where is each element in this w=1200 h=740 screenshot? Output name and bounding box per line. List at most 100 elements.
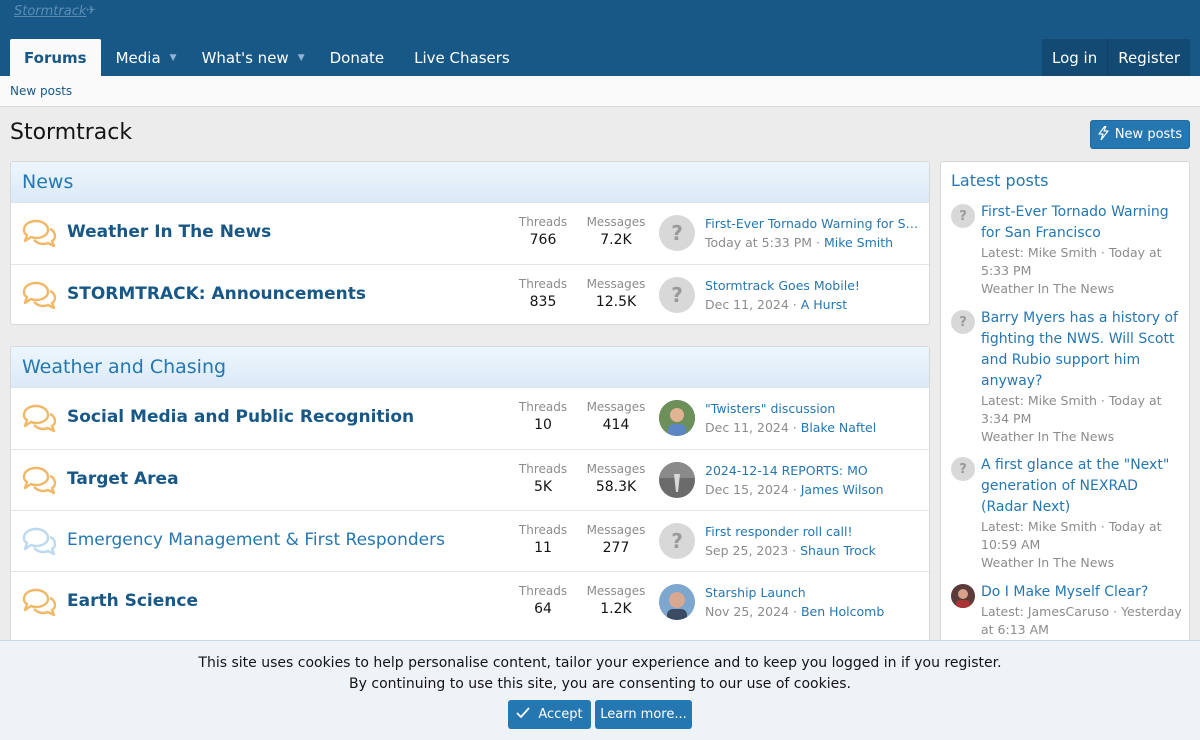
tab-forums[interactable]: Forums: [10, 39, 101, 76]
last-post-meta: Nov 25, 2024 · Ben Holcomb: [705, 604, 885, 619]
threads-stat: Threads 10: [515, 400, 571, 433]
last-post-title[interactable]: 2024-12-14 REPORTS: MO: [705, 463, 921, 478]
latest-post-forum[interactable]: Weather In The News: [981, 280, 1183, 298]
forum-title[interactable]: Emergency Management & First Responders: [67, 530, 445, 550]
forum-node: Weather In The News Threads 766 Messages 7…: [11, 203, 929, 264]
page-title: Stormtrack: [10, 120, 133, 145]
forum-title[interactable]: Social Media and Public Recognition: [67, 407, 414, 427]
tab-whats-new[interactable]: What's new: [187, 39, 304, 76]
tab-media[interactable]: Media: [101, 39, 176, 76]
last-post-date[interactable]: Today at 5:33 PM: [705, 235, 812, 250]
category-news: News Weather In The News Threads 766 Mess…: [10, 161, 930, 325]
messages-label: Messages: [586, 400, 646, 414]
whats-new-chevron-down-icon[interactable]: ▼: [298, 39, 315, 76]
sidebar-title[interactable]: Latest posts: [951, 171, 1048, 190]
messages-count: 12.5K: [595, 294, 637, 310]
last-post-title[interactable]: First-Ever Tornado Warning for San …: [705, 216, 921, 231]
default-avatar-icon[interactable]: ?: [659, 277, 695, 313]
last-post-date[interactable]: Dec 11, 2024: [705, 420, 789, 435]
login-button[interactable]: Log in: [1042, 39, 1107, 76]
accept-cookies-button[interactable]: Accept: [508, 700, 591, 729]
default-avatar-icon[interactable]: ?: [659, 215, 695, 251]
latest-post-title[interactable]: Do I Make Myself Clear?: [981, 582, 1183, 603]
forum-unread-icon: [22, 588, 57, 617]
forum-unread-icon: [22, 219, 57, 248]
messages-stat: Messages 7.2K: [585, 215, 647, 248]
threads-label: Threads: [518, 523, 568, 537]
threads-count: 766: [529, 232, 557, 248]
accept-label: Accept: [538, 707, 583, 722]
forum-node: Emergency Management & First Responders …: [11, 510, 929, 571]
default-avatar-icon[interactable]: ?: [951, 457, 975, 481]
latest-post-forum[interactable]: Weather In The News: [981, 428, 1183, 446]
last-post-user[interactable]: James Wilson: [801, 482, 884, 497]
cookie-buttons: Accept Learn more...: [508, 700, 692, 729]
last-post-date[interactable]: Dec 11, 2024: [705, 297, 789, 312]
last-post-date[interactable]: Dec 15, 2024: [705, 482, 789, 497]
forum-title[interactable]: Weather In The News: [67, 222, 271, 242]
threads-count: 11: [534, 540, 552, 556]
default-avatar-icon[interactable]: ?: [951, 204, 975, 228]
forum-title[interactable]: STORMTRACK: Announcements: [67, 284, 366, 304]
threads-label: Threads: [518, 277, 568, 291]
forum-title[interactable]: Earth Science: [67, 591, 198, 611]
tab-donate[interactable]: Donate: [315, 39, 400, 76]
last-post-user[interactable]: Mike Smith: [824, 235, 893, 250]
messages-stat: Messages 12.5K: [585, 277, 647, 310]
site-logo[interactable]: Stormtrack: [14, 4, 86, 19]
lightning-icon: [1098, 124, 1109, 144]
last-post-title[interactable]: Starship Launch: [705, 585, 921, 600]
user-avatar[interactable]: [659, 462, 695, 498]
last-post-title[interactable]: First responder roll call!: [705, 524, 921, 539]
threads-stat: Threads 835: [515, 277, 571, 310]
user-avatar[interactable]: [951, 584, 975, 608]
latest-post-meta: Latest: Mike Smith · Today at 3:34 PM: [981, 393, 1162, 426]
last-post-date[interactable]: Sep 25, 2023: [705, 543, 788, 558]
latest-post-title[interactable]: A first glance at the "Next" generation …: [981, 455, 1183, 518]
last-post-user[interactable]: Ben Holcomb: [801, 604, 884, 619]
last-post-user[interactable]: Shaun Trock: [800, 543, 876, 558]
default-avatar-icon[interactable]: ?: [659, 523, 695, 559]
forum-unread-icon: [22, 404, 57, 433]
latest-post-meta: Latest: Mike Smith · Today at 5:33 PM: [981, 245, 1162, 278]
user-avatar[interactable]: [659, 584, 695, 620]
new-posts-button-label: New posts: [1114, 127, 1183, 142]
last-post-user[interactable]: Blake Naftel: [801, 420, 876, 435]
main-nav: Forums Media ▼ What's new ▼ Donate Live …: [10, 39, 525, 76]
new-posts-button[interactable]: New posts: [1090, 120, 1190, 149]
latest-post-title[interactable]: First-Ever Tornado Warning for San Franc…: [981, 202, 1183, 244]
messages-count: 277: [602, 540, 630, 556]
default-avatar-icon[interactable]: ?: [951, 310, 975, 334]
forum-title[interactable]: Target Area: [67, 469, 179, 489]
threads-count: 5K: [533, 479, 553, 495]
last-post-user[interactable]: A Hurst: [801, 297, 847, 312]
messages-stat: Messages 1.2K: [585, 584, 647, 617]
last-post-meta: Dec 11, 2024 · Blake Naftel: [705, 420, 877, 435]
last-post-title[interactable]: "Twisters" discussion: [705, 401, 921, 416]
forum-unread-icon: [22, 466, 57, 495]
user-avatar[interactable]: [659, 400, 695, 436]
threads-stat: Threads 766: [515, 215, 571, 248]
latest-posts-widget: Latest posts ? First-Ever Tornado Warnin…: [940, 161, 1190, 661]
threads-label: Threads: [518, 584, 568, 598]
last-post-date[interactable]: Nov 25, 2024: [705, 604, 789, 619]
messages-label: Messages: [586, 584, 646, 598]
category-title[interactable]: Weather and Chasing: [11, 347, 929, 388]
category-title[interactable]: News: [11, 162, 929, 203]
tab-live-chasers[interactable]: Live Chasers: [399, 39, 525, 76]
learn-more-button[interactable]: Learn more...: [595, 700, 692, 729]
messages-stat: Messages 414: [585, 400, 647, 433]
messages-count: 1.2K: [600, 601, 632, 617]
threads-count: 835: [529, 294, 557, 310]
last-post-title[interactable]: Stormtrack Goes Mobile!: [705, 278, 921, 293]
last-post-meta: Dec 15, 2024 · James Wilson: [705, 482, 884, 497]
cookie-text-line-2: By continuing to use this site, you are …: [349, 676, 851, 692]
subnav-new-posts-link[interactable]: New posts: [10, 84, 72, 98]
forum-unread-icon: [22, 281, 57, 310]
latest-post-title[interactable]: Barry Myers has a history of fighting th…: [981, 308, 1183, 392]
threads-count: 10: [534, 417, 552, 433]
latest-post-meta: Latest: JamesCaruso · Yesterday at 6:13 …: [981, 604, 1182, 637]
register-button[interactable]: Register: [1108, 39, 1190, 76]
latest-post-forum[interactable]: Weather In The News: [981, 554, 1183, 572]
media-chevron-down-icon[interactable]: ▼: [170, 39, 187, 76]
